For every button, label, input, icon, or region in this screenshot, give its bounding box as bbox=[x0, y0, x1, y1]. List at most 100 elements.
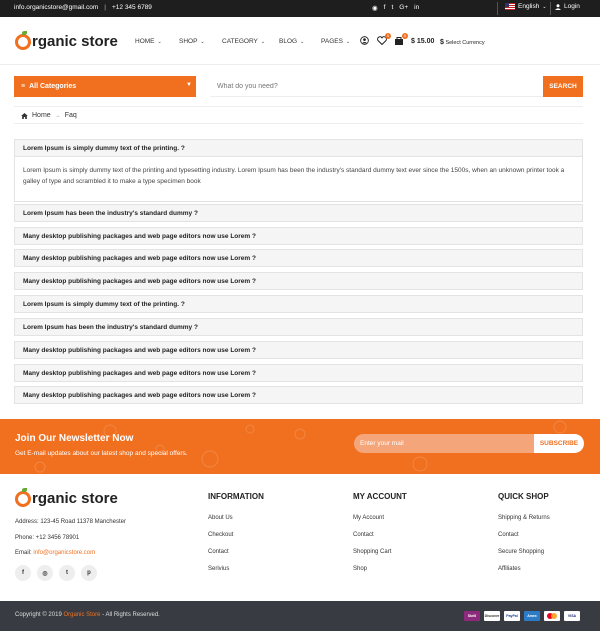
twitter-icon[interactable]: t bbox=[391, 4, 393, 12]
footer-logo[interactable]: rganic store bbox=[15, 487, 118, 507]
nav-home[interactable]: HOME ⌄ bbox=[135, 38, 179, 45]
menu-icon: ≡ bbox=[21, 83, 26, 90]
rss-icon[interactable]: ◉ bbox=[372, 4, 378, 12]
footer-phone: Phone: +12 3456 78901 bbox=[15, 535, 80, 541]
twitter-icon[interactable]: t bbox=[59, 565, 75, 581]
login-label: Login bbox=[564, 3, 580, 10]
bottom-bar: Copyright © 2019 Organic Store - All Rig… bbox=[0, 601, 600, 631]
currency-label: Select Currency bbox=[445, 40, 485, 46]
faq-item[interactable]: Many desktop publishing packages and web… bbox=[14, 272, 583, 290]
account-icon[interactable] bbox=[360, 36, 369, 45]
divider bbox=[550, 2, 551, 15]
footer-link[interactable]: Shipping & Returns bbox=[498, 515, 550, 532]
footer-link[interactable]: Shop bbox=[353, 566, 407, 583]
amex-icon: Amex bbox=[524, 611, 540, 621]
faq-item[interactable]: Lorem Ipsum is simply dummy text of the … bbox=[14, 139, 583, 202]
footer-link[interactable]: Shopping Cart bbox=[353, 549, 407, 566]
faq-question[interactable]: Many desktop publishing packages and web… bbox=[15, 273, 582, 289]
footer-email-link[interactable]: info@organicstore.com bbox=[33, 550, 95, 556]
logo-text: rganic store bbox=[32, 33, 118, 50]
copyright-suffix: - All Rights Reserved. bbox=[100, 612, 160, 618]
chevron-down-icon: ⌄ bbox=[542, 3, 547, 10]
faq-question[interactable]: Many desktop publishing packages and web… bbox=[15, 365, 582, 381]
faq-item[interactable]: Many desktop publishing packages and web… bbox=[14, 227, 583, 245]
footer-column-quick-shop: QUICK SHOP Shipping & Returns Contact Se… bbox=[498, 492, 550, 583]
nav-blog[interactable]: BLOG ⌄ bbox=[279, 38, 321, 45]
search-input[interactable] bbox=[210, 76, 543, 97]
footer-link[interactable]: Contact bbox=[353, 532, 407, 549]
instagram-icon[interactable]: ◎ bbox=[37, 565, 53, 581]
chevron-down-icon: ⌄ bbox=[345, 38, 351, 45]
main-nav: HOME ⌄ SHOP ⌄ CATEGORY ⌄ BLOG ⌄ PAGES ⌄ bbox=[135, 38, 361, 45]
nav-category[interactable]: CATEGORY ⌄ bbox=[222, 38, 279, 45]
all-categories-dropdown[interactable]: ≡ All Categories ▼ bbox=[14, 76, 196, 97]
footer-address: Address: 123-45 Road 11378 Manchester bbox=[15, 519, 126, 525]
footer-link[interactable]: Contact bbox=[208, 549, 264, 566]
contact-phone[interactable]: +12 345 6789 bbox=[112, 4, 152, 11]
copyright-prefix: Copyright © 2019 bbox=[15, 612, 64, 618]
cart-icon[interactable]: 0 bbox=[394, 33, 408, 45]
brand-link[interactable]: Organic Store bbox=[63, 612, 100, 618]
faq-question[interactable]: Many desktop publishing packages and web… bbox=[15, 250, 582, 266]
footer-column-title: MY ACCOUNT bbox=[353, 492, 407, 501]
facebook-icon[interactable]: f bbox=[384, 4, 386, 12]
faq-item[interactable]: Many desktop publishing packages and web… bbox=[14, 341, 583, 359]
user-icon bbox=[555, 3, 561, 10]
home-icon bbox=[21, 112, 28, 119]
breadcrumb-current: Faq bbox=[64, 112, 77, 119]
search-button[interactable]: SEARCH bbox=[543, 76, 583, 97]
contact-email[interactable]: info.organicstore@gmail.com bbox=[14, 4, 98, 11]
breadcrumb-home[interactable]: Home bbox=[32, 112, 51, 119]
nav-shop[interactable]: SHOP ⌄ bbox=[179, 38, 222, 45]
chevron-down-icon: ⌄ bbox=[200, 38, 205, 45]
newsletter-email-input[interactable] bbox=[354, 434, 536, 453]
nav-label: CATEGORY bbox=[222, 38, 258, 45]
pinterest-icon[interactable]: p bbox=[81, 565, 97, 581]
nav-pages[interactable]: PAGES ⌄ bbox=[321, 38, 361, 45]
faq-item[interactable]: Lorem Ipsum has been the industry's stan… bbox=[14, 318, 583, 336]
faq-item[interactable]: Many desktop publishing packages and web… bbox=[14, 386, 583, 404]
chevron-down-icon: ⌄ bbox=[157, 38, 162, 45]
footer-link[interactable]: My Account bbox=[353, 515, 407, 532]
nav-label: HOME bbox=[135, 38, 155, 45]
footer-link[interactable]: Secure Shopping bbox=[498, 549, 550, 566]
faq-question[interactable]: Lorem Ipsum is simply dummy text of the … bbox=[15, 296, 582, 312]
footer-link[interactable]: Checkout bbox=[208, 532, 264, 549]
faq-question[interactable]: Many desktop publishing packages and web… bbox=[15, 228, 582, 244]
footer-link[interactable]: About Us bbox=[208, 515, 264, 532]
category-label: All Categories bbox=[29, 83, 77, 90]
faq-question[interactable]: Lorem Ipsum has been the industry's stan… bbox=[15, 319, 582, 335]
facebook-icon[interactable]: f bbox=[15, 565, 31, 581]
faq-item[interactable]: Many desktop publishing packages and web… bbox=[14, 364, 583, 382]
linkedin-icon[interactable]: in bbox=[414, 4, 419, 12]
currency-selector[interactable]: $ Select Currency bbox=[440, 39, 485, 46]
faq-question[interactable]: Many desktop publishing packages and web… bbox=[15, 387, 582, 403]
language-label: English bbox=[518, 3, 540, 10]
subscribe-button[interactable]: SUBSCRIBE bbox=[534, 434, 584, 453]
login-link[interactable]: Login bbox=[555, 3, 580, 10]
faq-item[interactable]: Lorem Ipsum has been the industry's stan… bbox=[14, 204, 583, 222]
footer-link[interactable]: Contact bbox=[498, 532, 550, 549]
cart-total[interactable]: $ 15.00 bbox=[411, 38, 434, 45]
language-selector[interactable]: English ⌄ bbox=[505, 3, 547, 10]
faq-item[interactable]: Lorem Ipsum is simply dummy text of the … bbox=[14, 295, 583, 313]
newsletter-section: Join Our Newsletter Now Get E-mail updat… bbox=[0, 419, 600, 474]
faq-question[interactable]: Lorem Ipsum has been the industry's stan… bbox=[15, 205, 582, 221]
footer-link[interactable]: Serivius bbox=[208, 566, 264, 583]
faq-item[interactable]: Many desktop publishing packages and web… bbox=[14, 249, 583, 267]
divider bbox=[497, 2, 498, 15]
discover-icon: Discover bbox=[484, 611, 500, 621]
newsletter-subtitle: Get E-mail updates about our latest shop… bbox=[15, 450, 188, 457]
nav-label: BLOG bbox=[279, 38, 298, 45]
newsletter-title: Join Our Newsletter Now bbox=[15, 433, 134, 444]
site-logo[interactable]: rganic store bbox=[15, 30, 118, 50]
wishlist-icon[interactable]: 0 bbox=[377, 33, 391, 45]
faq-question[interactable]: Many desktop publishing packages and web… bbox=[15, 342, 582, 358]
top-bar: info.organicstore@gmail.com | +12 345 67… bbox=[0, 0, 600, 17]
faq-question[interactable]: Lorem Ipsum is simply dummy text of the … bbox=[15, 140, 582, 156]
chevron-down-icon: ▼ bbox=[186, 82, 192, 88]
google-plus-icon[interactable]: G+ bbox=[399, 4, 408, 12]
wishlist-count: 0 bbox=[385, 33, 391, 39]
footer-link[interactable]: Affiliates bbox=[498, 566, 550, 583]
chevron-down-icon: ⌄ bbox=[300, 38, 305, 45]
